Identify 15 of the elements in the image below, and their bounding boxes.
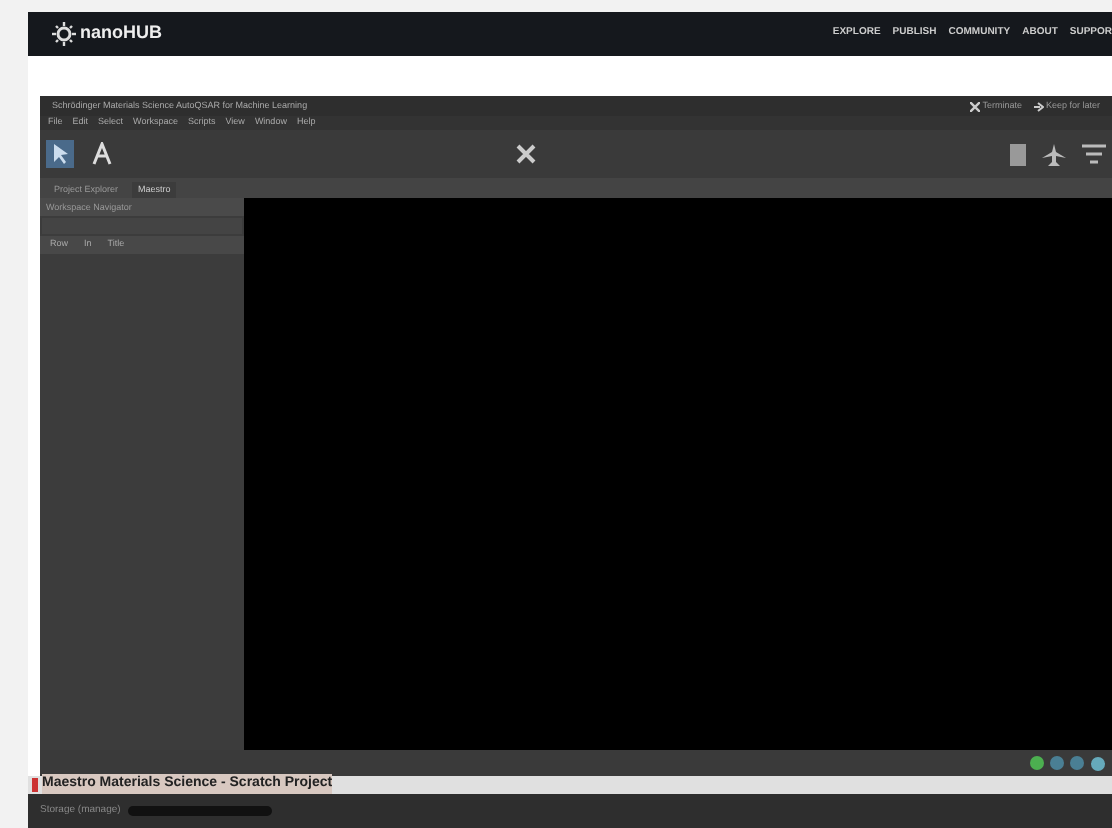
settings-icon[interactable] (1090, 755, 1106, 771)
project-icon (32, 778, 38, 792)
pointer-icon[interactable] (46, 140, 74, 168)
status-dot-icon (1030, 756, 1044, 770)
status-dot-icon (1050, 756, 1064, 770)
filter-field[interactable] (42, 218, 242, 234)
arrow-icon (1033, 101, 1044, 111)
status-dot-icon (1070, 756, 1084, 770)
logo-icon (52, 22, 76, 46)
filter-icon[interactable] (1082, 143, 1106, 165)
plane-icon[interactable] (1042, 143, 1066, 165)
site-logo[interactable]: nanoHUB (80, 20, 162, 48)
document-icon[interactable] (1010, 143, 1026, 165)
close-icon (970, 101, 981, 111)
text-icon[interactable] (90, 142, 114, 166)
